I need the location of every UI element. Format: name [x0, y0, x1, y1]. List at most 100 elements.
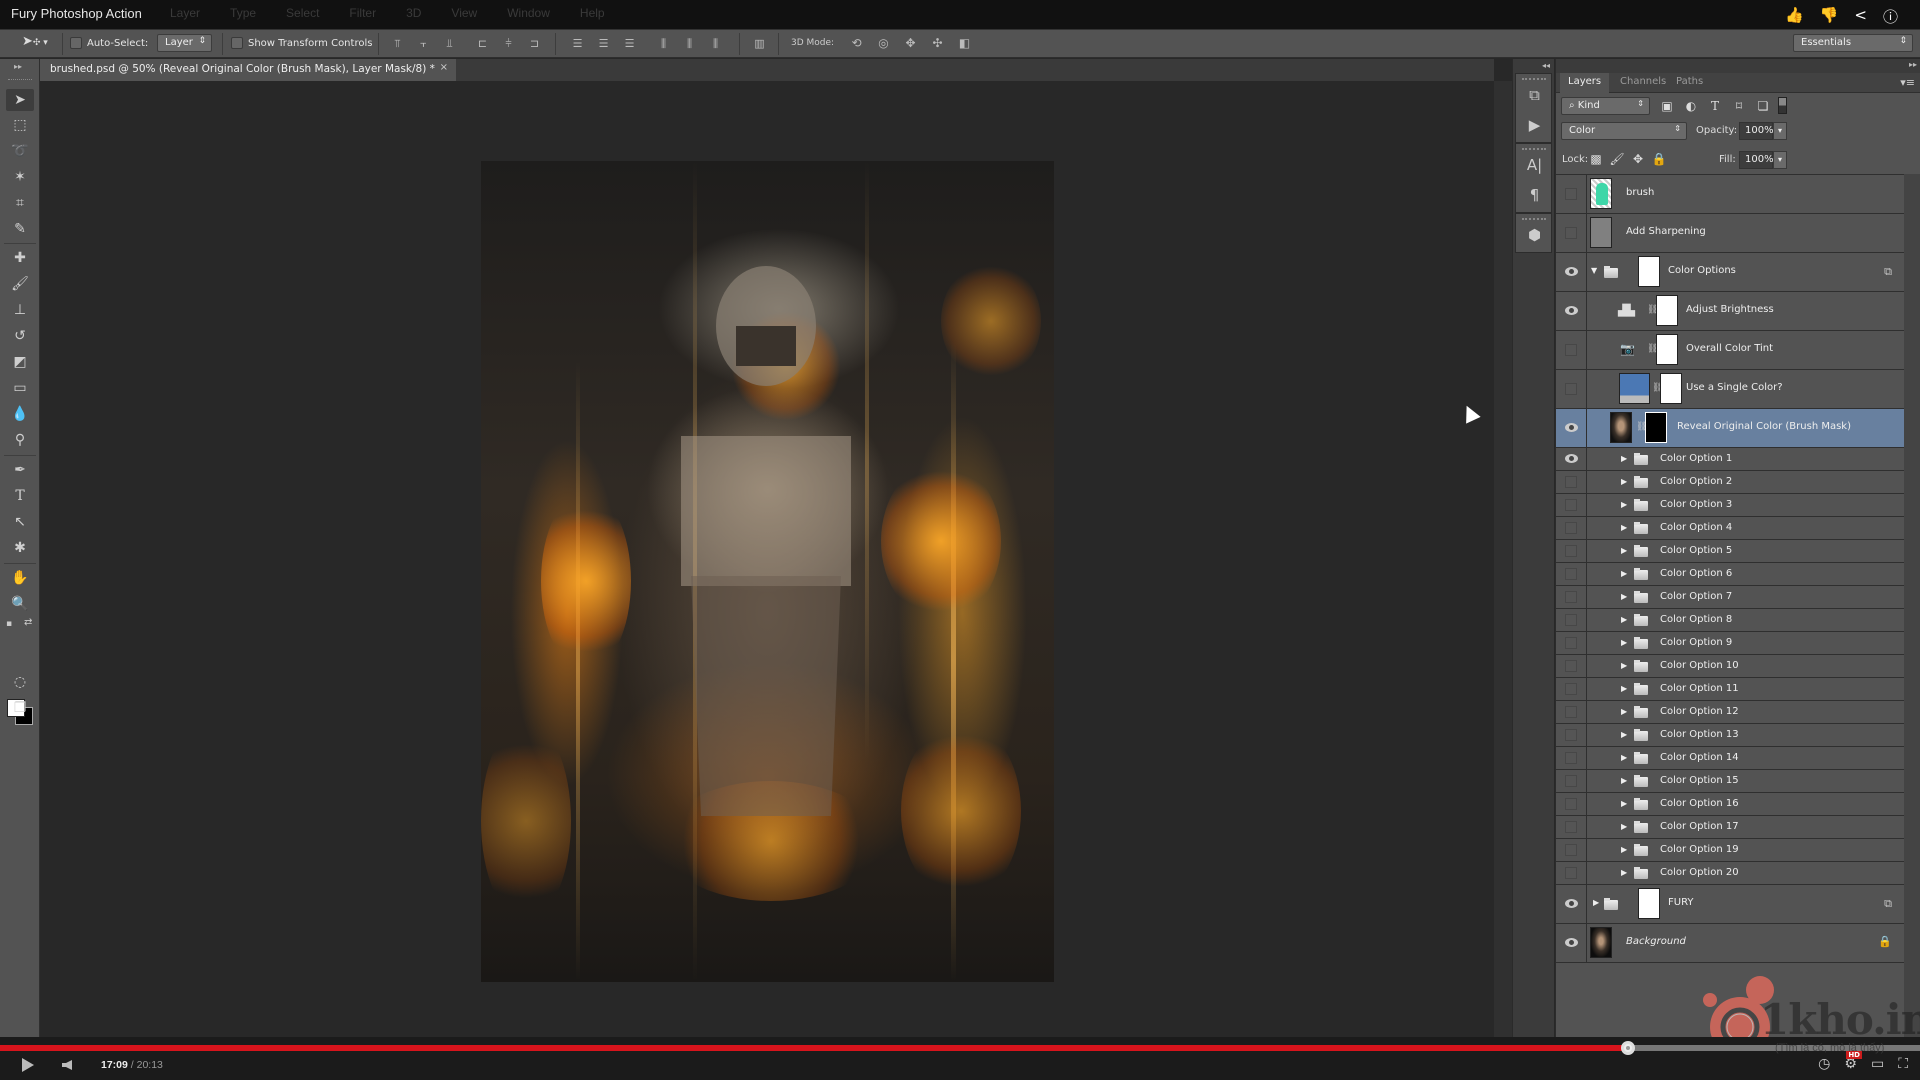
- slide-3d-icon[interactable]: ✣: [931, 37, 944, 50]
- blur-tool-icon[interactable]: 💧: [6, 403, 34, 425]
- visibility-toggle[interactable]: [1556, 678, 1587, 700]
- collapsed-triangle-icon[interactable]: ▶: [1621, 845, 1627, 854]
- lock-transparent-icon[interactable]: ▩: [1588, 152, 1604, 166]
- layer-row[interactable]: ⛓ Use a Single Color?: [1556, 370, 1904, 409]
- watch-later-icon[interactable]: ◷: [1818, 1056, 1830, 1072]
- visibility-toggle[interactable]: [1556, 540, 1587, 562]
- fullscreen-icon[interactable]: ⛶: [1898, 1056, 1908, 1072]
- layer-group-row[interactable]: ▶ Color Option 14: [1556, 747, 1904, 770]
- play-icon[interactable]: [22, 1058, 34, 1072]
- align-bottom-icon[interactable]: ⫫: [443, 37, 456, 50]
- collapsed-triangle-icon[interactable]: ▶: [1621, 661, 1627, 670]
- filter-shape-icon[interactable]: ⌑: [1731, 99, 1747, 113]
- align-vcenter-icon[interactable]: ⫟: [417, 37, 430, 50]
- screen-mode-icon[interactable]: ❐: [6, 697, 34, 719]
- align-left-icon[interactable]: ⊏: [476, 37, 489, 50]
- collapsed-triangle-icon[interactable]: ▶: [1621, 868, 1627, 877]
- visibility-toggle[interactable]: [1556, 816, 1587, 838]
- menu-select[interactable]: Select: [286, 6, 319, 20]
- collapsed-triangle-icon[interactable]: ▶: [1621, 500, 1627, 509]
- opacity-slider-toggle[interactable]: ▾: [1773, 122, 1787, 140]
- layer-group-row[interactable]: ▶ Color Option 7: [1556, 586, 1904, 609]
- scale-3d-icon[interactable]: ◧: [958, 37, 971, 50]
- document-canvas-image[interactable]: [481, 161, 1054, 982]
- layer-group-row[interactable]: ▶ Color Option 11: [1556, 678, 1904, 701]
- filter-type-icon[interactable]: T: [1707, 99, 1723, 113]
- distribute-right-icon[interactable]: ⫼: [709, 37, 722, 50]
- visibility-toggle[interactable]: [1556, 701, 1587, 723]
- swap-colors-icon[interactable]: ⇄: [24, 617, 32, 628]
- layer-row[interactable]: brush: [1556, 175, 1904, 214]
- crop-tool-icon[interactable]: ⌗: [6, 192, 34, 214]
- move-tool-icon[interactable]: ➤✣ ▾: [22, 34, 48, 49]
- menu-help[interactable]: Help: [580, 6, 605, 20]
- distribute-left-icon[interactable]: ⫼: [657, 37, 670, 50]
- layer-group-row[interactable]: ▶ Color Option 4: [1556, 517, 1904, 540]
- lock-all-icon[interactable]: 🔒: [1651, 152, 1667, 166]
- layer-group-row[interactable]: ▶ Color Option 2: [1556, 471, 1904, 494]
- history-brush-tool-icon[interactable]: ↺: [6, 325, 34, 347]
- visibility-toggle[interactable]: [1556, 494, 1587, 516]
- layer-row-selected[interactable]: ⛓ Reveal Original Color (Brush Mask): [1556, 409, 1904, 448]
- history-icon[interactable]: ⧉: [1516, 80, 1553, 110]
- lasso-tool-icon[interactable]: ➰: [6, 140, 34, 162]
- align-top-icon[interactable]: ⫪: [391, 37, 404, 50]
- layer-group-row[interactable]: ▶ Color Option 9: [1556, 632, 1904, 655]
- auto-select-checkbox[interactable]: Auto-Select:: [70, 37, 148, 49]
- visibility-toggle[interactable]: [1556, 632, 1587, 654]
- share-icon[interactable]: <: [1854, 6, 1867, 27]
- collapsed-triangle-icon[interactable]: ▶: [1621, 707, 1627, 716]
- collapsed-triangle-icon[interactable]: ▶: [1621, 753, 1627, 762]
- layer-group-row[interactable]: ▶ Color Option 8: [1556, 609, 1904, 632]
- clone-stamp-tool-icon[interactable]: ⊥: [6, 299, 34, 321]
- filter-kind-dropdown[interactable]: ⌕ Kind ⇕: [1561, 97, 1650, 115]
- layer-group-row[interactable]: ▶ Color Option 15: [1556, 770, 1904, 793]
- distribute-vcenter-icon[interactable]: ☰: [597, 37, 610, 50]
- visibility-toggle[interactable]: [1556, 724, 1587, 746]
- visibility-toggle[interactable]: [1556, 214, 1587, 252]
- show-transform-checkbox[interactable]: Show Transform Controls: [231, 37, 372, 49]
- collapsed-triangle-icon[interactable]: ▶: [1621, 477, 1627, 486]
- layer-group-row[interactable]: ▶ Color Option 5: [1556, 540, 1904, 563]
- zoom-tool-icon[interactable]: 🔍: [6, 593, 34, 615]
- lock-image-icon[interactable]: 🖌: [1609, 152, 1625, 166]
- roll-3d-icon[interactable]: ◎: [877, 37, 890, 50]
- visibility-toggle[interactable]: [1556, 409, 1587, 447]
- visibility-toggle[interactable]: [1556, 793, 1587, 815]
- filter-adjustment-icon[interactable]: ◐: [1683, 99, 1699, 113]
- blend-mode-dropdown[interactable]: Color ⇕: [1561, 122, 1687, 140]
- thumbs-up-icon[interactable]: 👍: [1785, 6, 1804, 27]
- layer-group-row[interactable]: ▶ Color Option 17: [1556, 816, 1904, 839]
- visibility-toggle[interactable]: [1556, 175, 1587, 213]
- gradient-tool-icon[interactable]: ▭: [6, 377, 34, 399]
- collapsed-triangle-icon[interactable]: ▶: [1621, 638, 1627, 647]
- filter-toggle-switch[interactable]: [1778, 97, 1787, 114]
- layer-row[interactable]: Background 🔒: [1556, 924, 1904, 963]
- distribute-bottom-icon[interactable]: ☰: [623, 37, 636, 50]
- visibility-toggle[interactable]: [1556, 471, 1587, 493]
- quick-mask-icon[interactable]: ◌: [6, 671, 34, 693]
- collapsed-triangle-icon[interactable]: ▶: [1621, 684, 1627, 693]
- collapsed-triangle-icon[interactable]: ▶: [1621, 546, 1627, 555]
- distribute-top-icon[interactable]: ☰: [571, 37, 584, 50]
- visibility-toggle[interactable]: [1556, 292, 1587, 330]
- rotate-3d-icon[interactable]: ⟲: [850, 37, 863, 50]
- menu-layer[interactable]: Layer: [170, 6, 200, 20]
- visibility-toggle[interactable]: [1556, 586, 1587, 608]
- vertical-scrollbar[interactable]: [1494, 81, 1512, 1037]
- auto-select-target-dropdown[interactable]: Layer ⇕: [157, 34, 212, 52]
- eraser-tool-icon[interactable]: ◩: [6, 351, 34, 373]
- paragraph-icon[interactable]: ¶: [1516, 180, 1553, 210]
- collapsed-triangle-icon[interactable]: ▶: [1621, 822, 1627, 831]
- theater-mode-icon[interactable]: ▭: [1871, 1056, 1884, 1072]
- filter-smart-object-icon[interactable]: ❏: [1755, 99, 1771, 113]
- visibility-toggle[interactable]: [1556, 862, 1587, 884]
- expanded-triangle-icon[interactable]: ▼: [1591, 266, 1597, 275]
- collapsed-triangle-icon[interactable]: ▶: [1621, 454, 1627, 463]
- path-selection-tool-icon[interactable]: ↖: [6, 511, 34, 533]
- close-icon[interactable]: ×: [440, 62, 448, 73]
- menu-window[interactable]: Window: [507, 6, 550, 20]
- pen-tool-icon[interactable]: ✒: [6, 459, 34, 481]
- align-hcenter-icon[interactable]: ⫩: [502, 37, 515, 50]
- visibility-toggle[interactable]: [1556, 655, 1587, 677]
